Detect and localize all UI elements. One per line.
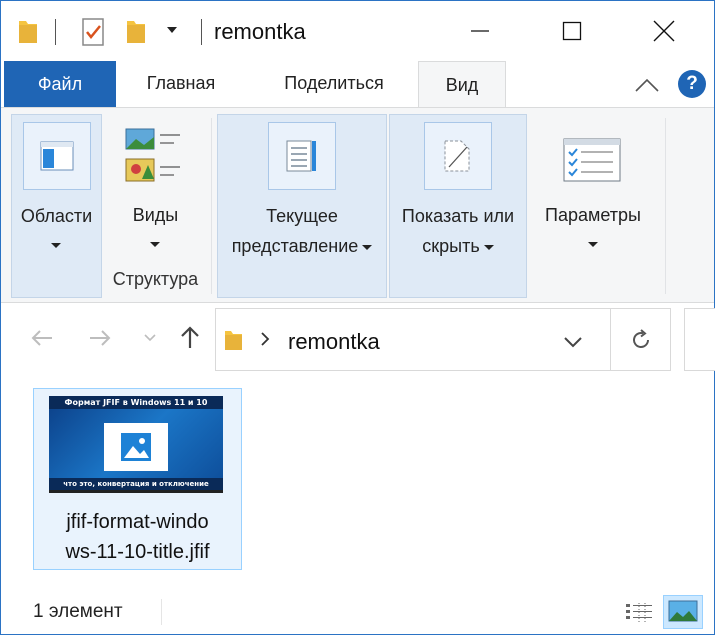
current-view-label-2: представление [231,236,359,256]
item-count: 1 элемент [33,601,123,622]
recent-locations-button[interactable] [135,323,165,353]
close-icon [653,20,675,42]
show-hide-label-1: Показать или [401,206,515,226]
layout-icon[interactable] [122,127,184,192]
search-input[interactable] [684,308,715,371]
file-explorer-window: remontka Файл Главная Поделиться Вид ? О… [0,0,715,635]
arrow-left-icon [31,330,52,346]
layout-group: Виды Структура [106,114,205,298]
options-button[interactable]: Параметры [531,114,655,298]
maximize-button[interactable] [549,11,595,51]
file-name-line-1: jfif-format-windo [66,511,209,533]
details-view-button[interactable] [622,597,656,629]
minimize-button[interactable] [457,11,503,51]
chevron-down-icon [51,243,61,248]
folder-icon[interactable] [17,17,39,50]
toolbar-divider [201,19,202,45]
group-label-structure: Структура [112,269,199,289]
ribbon-divider [211,118,212,294]
address-path-segment[interactable]: remontka [288,329,380,355]
current-view-label-2-wrap: представление [218,231,386,261]
large-icons-view-icon [668,600,698,622]
layout-label[interactable]: Виды [106,200,205,230]
close-button[interactable] [641,11,687,51]
back-button[interactable] [27,323,57,353]
arrow-right-icon [90,330,111,346]
file-name-line-2: ws-11-10-title.jfif [65,541,210,563]
current-view-icon [268,122,336,190]
panes-button[interactable]: Области [11,114,102,298]
details-view-icon [626,603,652,622]
file-list: Формат JFIF в Windows 11 и 10 что это, к… [1,373,714,589]
up-button[interactable] [175,323,205,353]
large-icons-view-button[interactable] [663,595,703,629]
forward-button[interactable] [85,323,115,353]
chevron-down-icon [483,244,494,250]
tab-home[interactable]: Главная [125,61,237,105]
arrow-up-icon [181,326,199,348]
status-bar: 1 элемент [1,591,714,634]
chevron-down-icon[interactable] [150,242,160,247]
show-hide-icon [424,122,492,190]
thumbnail-subtitle: что это, конвертация и отключение [49,478,223,490]
status-divider [161,599,162,625]
show-hide-label-2: скрыть [422,236,480,256]
quick-access-dropdown-icon[interactable] [167,27,177,33]
properties-icon[interactable] [81,17,107,52]
current-view-button[interactable]: Текущее представление [217,114,387,298]
ribbon-divider [665,118,666,294]
current-view-label-1: Текущее [266,206,338,226]
options-label: Параметры [545,205,641,225]
chevron-down-icon [144,334,156,342]
refresh-button[interactable] [624,323,658,357]
chevron-down-icon [564,337,582,348]
thumbnail-title: Формат JFIF в Windows 11 и 10 [49,396,223,409]
toolbar-divider [55,19,56,45]
address-history-button[interactable] [556,325,590,359]
chevron-right-icon[interactable] [260,331,270,352]
ribbon-tabs: Файл Главная Поделиться Вид ? [1,61,714,108]
file-item[interactable]: Формат JFIF в Windows 11 и 10 что это, к… [33,388,242,570]
navigation-pane-icon [23,122,91,190]
maximize-icon [562,21,582,41]
refresh-icon [633,329,649,348]
address-bar[interactable]: remontka [215,308,671,371]
image-icon [104,423,168,471]
title-bar: remontka [1,1,714,61]
address-divider [610,309,611,370]
show-hide-label-2-wrap: скрыть [390,231,526,261]
tab-view[interactable]: Вид [418,61,506,108]
chevron-down-icon [588,242,598,247]
new-folder-icon[interactable] [125,17,147,50]
minimize-icon [471,30,489,32]
window-title: remontka [214,19,306,44]
help-button[interactable]: ? [678,70,706,98]
tab-share[interactable]: Поделиться [261,61,407,105]
collapse-ribbon-button[interactable] [633,75,661,95]
ribbon: Области Виды Структура Текущее представл… [1,107,714,303]
tab-file[interactable]: Файл [4,61,116,107]
chevron-up-icon [635,78,659,92]
chevron-down-icon [362,244,373,250]
file-name: jfif-format-windo ws-11-10-title.jfif [34,507,241,567]
folder-icon [224,328,244,357]
panes-label: Области [20,206,93,226]
file-thumbnail: Формат JFIF в Windows 11 и 10 что это, к… [49,396,223,493]
navigation-bar: remontka [1,303,715,373]
show-hide-button[interactable]: Показать или скрыть [389,114,527,298]
options-icon [563,138,621,187]
